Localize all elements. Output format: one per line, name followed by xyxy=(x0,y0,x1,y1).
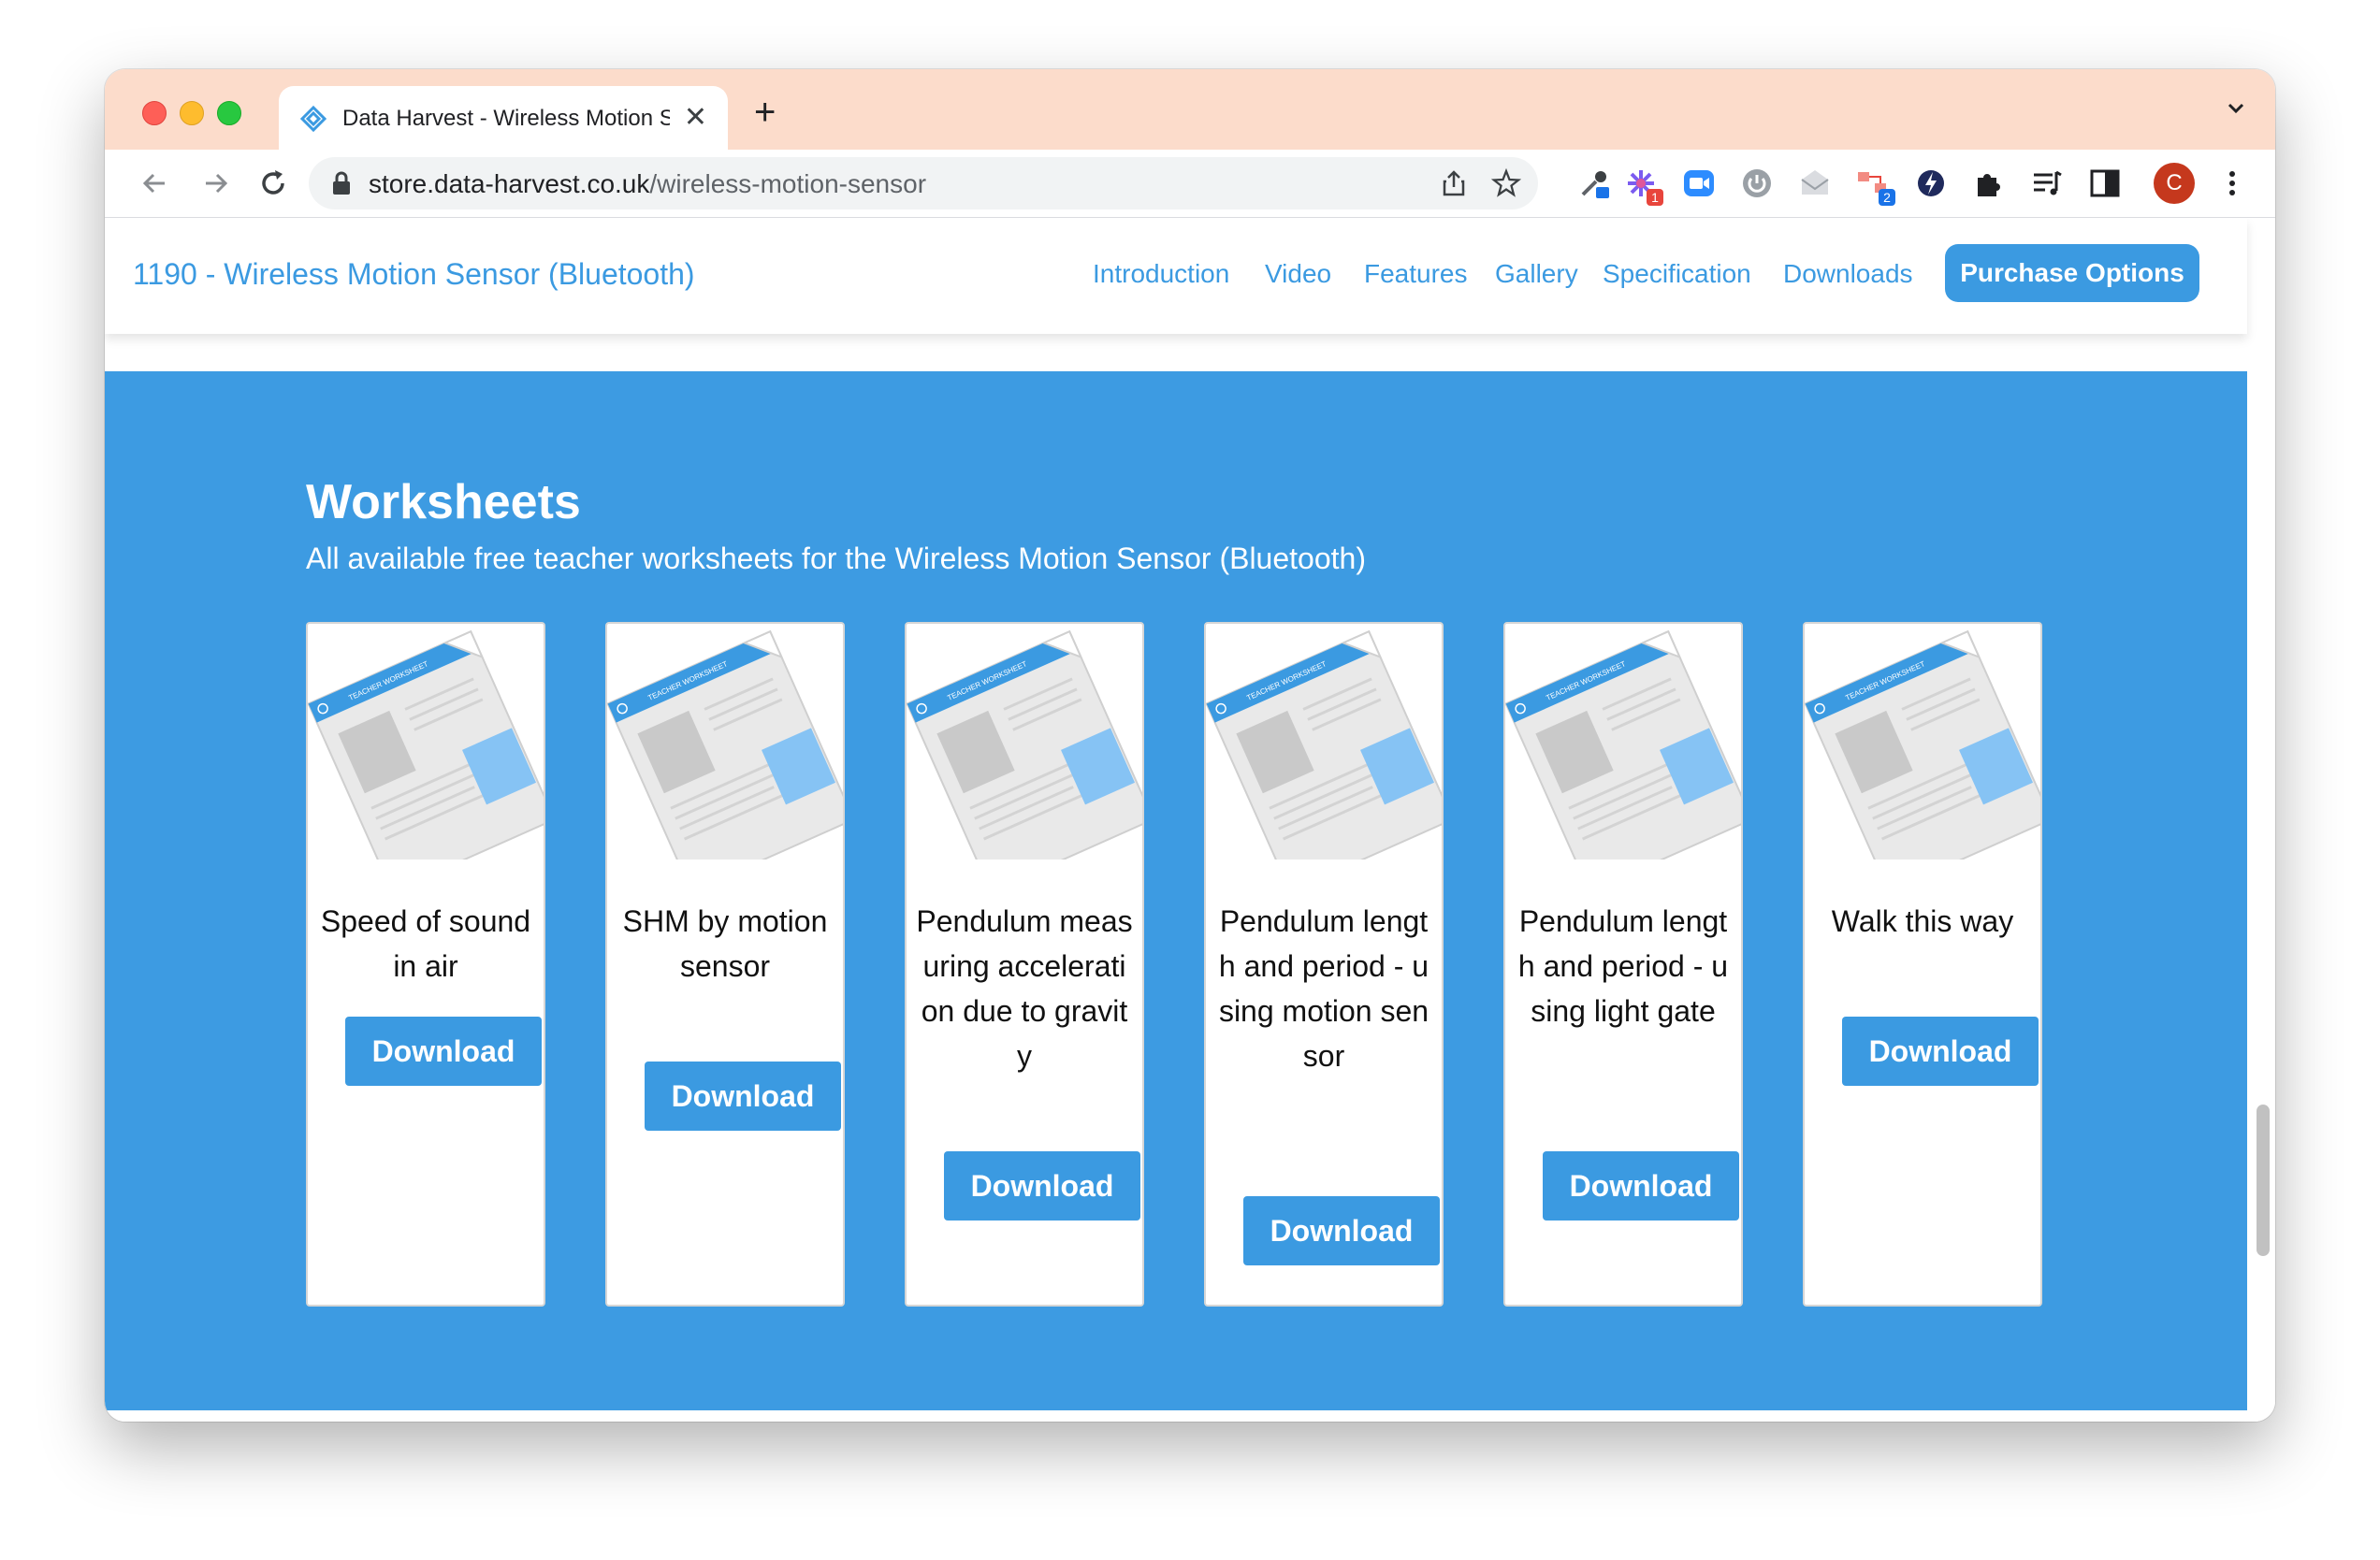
eyedropper-extension-icon[interactable] xyxy=(1577,166,1611,200)
download-button[interactable]: Download xyxy=(944,1151,1140,1221)
download-button[interactable]: Download xyxy=(1543,1151,1739,1221)
worksheet-thumbnail: TEACHER WORKSHEET xyxy=(1505,629,1741,859)
worksheet-card: TEACHER WORKSHEET Speed of sound in air Do… xyxy=(306,622,545,1307)
data-harvest-favicon-icon xyxy=(299,105,327,133)
product-title[interactable]: 1190 - Wireless Motion Sensor (Bluetooth… xyxy=(133,257,695,292)
nav-link-introduction[interactable]: Introduction xyxy=(1093,259,1229,289)
reading-list-icon[interactable] xyxy=(2030,166,2064,200)
minimize-window-button[interactable] xyxy=(180,101,204,125)
zoom-window-button[interactable] xyxy=(217,101,241,125)
forward-icon[interactable] xyxy=(198,166,232,200)
reload-icon[interactable] xyxy=(256,166,290,200)
extension-badge: 1 xyxy=(1647,189,1663,206)
worksheet-title: Pendulum measuring acceleration due to g… xyxy=(916,904,1133,1073)
nav-link-specification[interactable]: Specification xyxy=(1603,259,1751,289)
close-window-button[interactable] xyxy=(142,101,167,125)
purchase-options-button[interactable]: Purchase Options xyxy=(1945,244,2199,302)
extension-badge: 2 xyxy=(1879,189,1895,206)
scrollbar-thumb[interactable] xyxy=(2257,1105,2270,1256)
worksheet-card: TEACHER WORKSHEET Pendulum measuring acce… xyxy=(905,622,1144,1307)
tab-strip: Data Harvest - Wireless Motion Sensor (B… xyxy=(105,69,2275,150)
lock-icon[interactable] xyxy=(329,170,354,196)
zoom-extension-icon[interactable] xyxy=(1682,166,1716,200)
nav-link-video[interactable]: Video xyxy=(1265,259,1331,289)
diagram-extension-icon[interactable]: 2 xyxy=(1856,166,1895,206)
browser-window: Data Harvest - Wireless Motion Sensor (B… xyxy=(105,69,2275,1422)
chevron-down-icon[interactable] xyxy=(2225,97,2247,120)
kebab-menu-icon[interactable] xyxy=(2215,166,2249,200)
profile-avatar[interactable]: C xyxy=(2154,163,2195,204)
worksheet-card: TEACHER WORKSHEET Pendulum length and per… xyxy=(1204,622,1444,1307)
back-icon[interactable] xyxy=(138,166,172,200)
section-subheading: All available free teacher worksheets fo… xyxy=(306,542,1366,575)
worksheet-card: TEACHER WORKSHEET Walk this way Download xyxy=(1803,622,2042,1307)
worksheet-thumbnail: TEACHER WORKSHEET xyxy=(308,629,544,859)
worksheet-card: TEACHER WORKSHEET Pendulum length and per… xyxy=(1503,622,1743,1307)
mail-extension-icon[interactable] xyxy=(1798,166,1832,200)
browser-toolbar: store.data-harvest.co.uk/wireless-motion… xyxy=(105,150,2275,218)
worksheet-card: TEACHER WORKSHEET SHM by motion sensor Dow… xyxy=(605,622,845,1307)
side-panel-icon[interactable] xyxy=(2088,166,2122,200)
worksheet-thumbnail: TEACHER WORKSHEET xyxy=(607,629,843,859)
worksheet-title: Walk this way xyxy=(1831,904,2014,938)
url-domain: store.data-harvest.co.uk xyxy=(369,169,650,198)
download-button[interactable]: Download xyxy=(345,1017,542,1086)
nav-link-features[interactable]: Features xyxy=(1364,259,1468,289)
nav-link-gallery[interactable]: Gallery xyxy=(1495,259,1578,289)
tab-title: Data Harvest - Wireless Motion Sensor (B… xyxy=(342,106,670,131)
worksheet-title: Pendulum length and period - using light… xyxy=(1517,904,1729,1028)
new-tab-button[interactable]: + xyxy=(754,94,776,131)
colorful-extension-icon[interactable]: 1 xyxy=(1624,166,1663,206)
url-path: /wireless-motion-sensor xyxy=(649,169,927,198)
download-button[interactable]: Download xyxy=(1243,1196,1440,1265)
worksheet-thumbnail: TEACHER WORKSHEET xyxy=(907,629,1142,859)
download-button[interactable]: Download xyxy=(1842,1017,2039,1086)
bolt-extension-icon[interactable] xyxy=(1914,166,1948,200)
page-viewport: 1190 - Wireless Motion Sensor (Bluetooth… xyxy=(105,218,2275,1422)
puzzle-extensions-icon[interactable] xyxy=(1972,166,2006,200)
section-heading: Worksheets xyxy=(306,475,581,529)
download-button[interactable]: Download xyxy=(645,1062,841,1131)
scrollbar-track[interactable] xyxy=(2247,218,2275,1422)
sticky-product-nav: 1190 - Wireless Motion Sensor (Bluetooth… xyxy=(105,218,2247,334)
tab-close-icon[interactable]: ✕ xyxy=(684,104,707,132)
worksheet-title: SHM by motion sensor xyxy=(622,904,828,983)
worksheet-thumbnail: TEACHER WORKSHEET xyxy=(1805,629,2040,859)
nav-link-downloads[interactable]: Downloads xyxy=(1783,259,1913,289)
worksheet-title: Pendulum length and period - using motio… xyxy=(1218,904,1429,1073)
tab-active[interactable]: Data Harvest - Wireless Motion Sensor (B… xyxy=(279,86,728,150)
power-extension-icon[interactable] xyxy=(1740,166,1774,200)
url-text: store.data-harvest.co.uk/wireless-motion… xyxy=(369,169,926,199)
bookmark-star-icon[interactable] xyxy=(1491,168,1521,198)
worksheet-thumbnail: TEACHER WORKSHEET xyxy=(1206,629,1442,859)
worksheet-title: Speed of sound in air xyxy=(320,904,531,983)
worksheets-section: Worksheets All available free teacher wo… xyxy=(105,371,2247,1410)
share-icon[interactable] xyxy=(1439,168,1469,198)
address-bar[interactable]: store.data-harvest.co.uk/wireless-motion… xyxy=(309,157,1538,209)
